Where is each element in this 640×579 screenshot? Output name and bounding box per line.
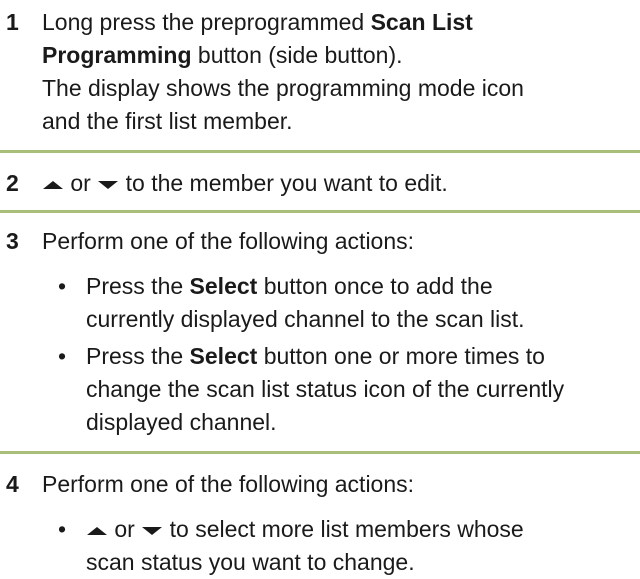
instruction-steps: 1 Long press the preprogrammed Scan List… xyxy=(0,0,640,579)
bullet-dot: • xyxy=(58,343,67,369)
step-4: 4 Perform one of the following actions: … xyxy=(0,454,640,579)
up-arrow-icon xyxy=(86,526,108,536)
list-item: • or to select more list members whose s… xyxy=(42,513,636,579)
step-number: 4 xyxy=(6,471,19,497)
step-3: 3 Perform one of the following actions: … xyxy=(0,213,640,439)
programming-label: Programming xyxy=(42,42,192,68)
list-item: • Press the Select button one or more ti… xyxy=(42,340,636,439)
bullet-dot: • xyxy=(58,516,67,542)
down-arrow-icon xyxy=(141,526,163,536)
step-number: 1 xyxy=(6,9,19,35)
up-arrow-icon xyxy=(42,180,64,190)
step-2: 2 or to the member you want to edit. xyxy=(0,153,640,200)
down-arrow-icon xyxy=(97,180,119,190)
select-label: Select xyxy=(189,273,258,299)
bullet-dot: • xyxy=(58,273,67,299)
step-number: 3 xyxy=(6,228,19,254)
step-1: 1 Long press the preprogrammed Scan List… xyxy=(0,0,640,138)
select-label: Select xyxy=(189,343,258,369)
list-item: • Press the Select button once to add th… xyxy=(42,270,636,336)
step-number: 2 xyxy=(6,170,19,196)
scan-list-label: Scan List xyxy=(370,9,473,35)
